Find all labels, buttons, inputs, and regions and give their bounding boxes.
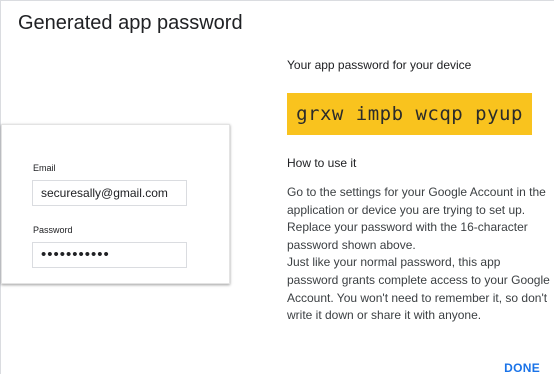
device-login-card: Email securesally@gmail.com Password •••… (1, 124, 230, 284)
generated-password[interactable]: grxw impb wcqp pyup (296, 103, 523, 125)
instructions-paragraph-2: Just like your normal password, this app… (287, 255, 550, 323)
done-button[interactable]: DONE (504, 361, 540, 375)
password-field: ••••••••••• (32, 242, 187, 268)
email-field: securesally@gmail.com (32, 180, 187, 206)
instructions-text: Go to the settings for your Google Accou… (287, 184, 554, 325)
password-label: Password (33, 225, 73, 235)
email-label: Email (33, 163, 56, 173)
instructions-paragraph-1: Go to the settings for your Google Accou… (287, 185, 546, 252)
password-heading: Your app password for your device (287, 58, 472, 72)
generated-password-box: grxw impb wcqp pyup (287, 93, 532, 135)
app-password-dialog: Generated app password Email securesally… (0, 0, 554, 375)
dialog-title: Generated app password (18, 12, 243, 34)
how-to-heading: How to use it (287, 156, 357, 170)
